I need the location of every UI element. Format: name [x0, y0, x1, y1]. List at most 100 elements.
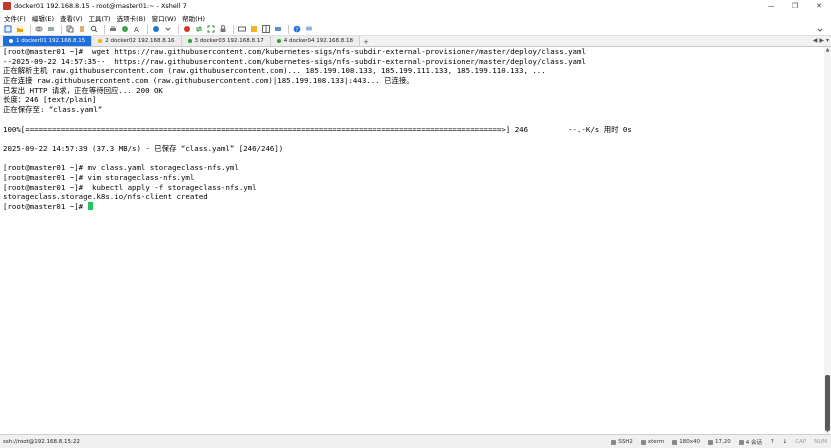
terminal-line: [root@master01 ~]# wget https://raw.gith… [3, 47, 586, 56]
session-tab-bar: 1 docker01 192.168.8.15 2 docker02 192.1… [0, 36, 831, 47]
tab-navigation: ◀ ▶ ▾ [811, 37, 829, 44]
fullscreen-icon[interactable] [206, 25, 215, 34]
tab-docker03[interactable]: 3 docker03 192.168.8.17 [181, 36, 271, 46]
terminal-type-status: xterm [640, 439, 664, 445]
compose-icon[interactable] [273, 25, 282, 34]
tab-list-icon[interactable]: ▾ [826, 37, 829, 44]
scroll-up-icon[interactable]: ▲ [824, 47, 831, 53]
cursor-position-status: 17,20 [707, 439, 731, 445]
add-tab-button[interactable]: + [362, 38, 370, 46]
terminal-cursor [87, 202, 93, 210]
sessions-status[interactable]: 4 会话 [738, 438, 762, 446]
open-folder-icon[interactable] [15, 24, 24, 34]
new-session-icon[interactable] [3, 24, 12, 34]
print-icon[interactable] [108, 25, 117, 34]
maximize-button[interactable]: ❐ [783, 0, 807, 12]
terminal-line: [root@master01 ~]# vim storageclass-nfs.… [3, 172, 195, 182]
tab-label: 4 docker04 192.168.8.18 [283, 38, 353, 44]
toolbar-separator [233, 24, 234, 34]
tab-status-dot-icon [276, 39, 281, 43]
properties-icon[interactable] [46, 25, 55, 34]
terminal-line: 100%[===================================… [3, 124, 632, 134]
terminal-scrollbar[interactable]: ▲ ▼ [824, 47, 831, 434]
terminal-line: [root@master01 ~]# kubectl apply -f stor… [3, 182, 257, 192]
tab-status-dot-icon [9, 39, 13, 43]
svg-text:?: ? [295, 27, 298, 33]
help-icon[interactable]: ? [292, 25, 301, 34]
terminal-line: 长度：246 [text/plain] [3, 95, 97, 105]
close-button[interactable]: ✕ [807, 0, 831, 12]
svg-text:A: A [134, 26, 139, 33]
caps-lock-indicator: CAP [795, 439, 807, 445]
terminal-line: 2025-09-22 14:57:39 (37.3 MB/s) - 已保存 “c… [3, 143, 284, 153]
num-lock-indicator: NUM [814, 439, 827, 445]
font-icon[interactable]: A [132, 25, 141, 34]
tab-status-dot-icon [98, 39, 103, 43]
terminal-line: --2025-09-22 14:57:35-- https://raw.gith… [3, 56, 586, 66]
sessions-icon [738, 439, 744, 445]
toolbar-separator [147, 24, 148, 34]
chevron-down-icon[interactable] [163, 25, 172, 34]
toolbar: A ? [0, 23, 831, 36]
xshell-app-icon [3, 2, 11, 10]
protocol-icon [611, 439, 617, 445]
chat-icon[interactable] [304, 25, 313, 34]
toolbar-separator [30, 24, 31, 34]
copy-icon[interactable] [65, 25, 74, 34]
size-icon [672, 439, 678, 445]
tab-next-icon[interactable]: ▶ [819, 37, 824, 44]
window-controls: — ❐ ✕ [759, 0, 831, 12]
stop-icon[interactable] [182, 25, 191, 34]
menu-tab[interactable]: 选项卡(B) [117, 13, 146, 23]
layout-icon[interactable] [261, 25, 270, 34]
keyboard-icon[interactable] [237, 25, 246, 34]
menu-window[interactable]: 窗口(W) [152, 13, 177, 23]
upload-status: ↑ [770, 439, 775, 445]
terminal-line: 正在保存至: “class.yaml” [3, 105, 103, 115]
scroll-thumb[interactable] [825, 375, 830, 431]
terminal-size-label: 180x40 [679, 439, 700, 445]
toolbar-separator [61, 24, 62, 34]
title-bar: docker01 192.168.8.15 - root@master01:~ … [0, 0, 831, 12]
tab-status-dot-icon [187, 39, 192, 43]
terminal-size-status: 180x40 [672, 439, 700, 445]
menu-view[interactable]: 查看(V) [60, 13, 83, 23]
terminal-line: 正在解析主机 raw.githubusercontent.com (raw.gi… [3, 66, 546, 76]
cursor-icon [707, 439, 713, 445]
tab-label: 1 docker01 192.168.8.15 [16, 38, 86, 44]
terminal-prompt-line[interactable]: [root@master01 ~]# [3, 202, 824, 212]
toolbar-options-icon[interactable] [815, 25, 824, 34]
status-right: SSH2 xterm 180x40 17,20 4 会话 ↑ ↓ CAP NUM [603, 435, 827, 448]
tab-prev-icon[interactable]: ◀ [813, 37, 818, 44]
terminal-line: storageclass.storage.k8s.io/nfs-client c… [3, 192, 208, 202]
menu-help[interactable]: 帮助(H) [182, 13, 205, 23]
paste-icon[interactable] [77, 25, 86, 34]
menu-file[interactable]: 文件(F) [4, 13, 26, 23]
toolbar-right [815, 25, 827, 34]
cursor-position-label: 17,20 [714, 439, 731, 445]
color-scheme-icon[interactable] [120, 25, 129, 34]
search-icon[interactable] [89, 25, 98, 34]
terminal-output[interactable]: [root@master01 ~]# wget https://raw.gith… [0, 47, 824, 434]
terminal-icon [640, 439, 646, 445]
minimize-button[interactable]: — [759, 0, 783, 12]
menu-edit[interactable]: 编辑(E) [32, 13, 54, 23]
transfer-icon[interactable] [194, 25, 203, 34]
sessions-label: 4 会话 [745, 440, 762, 446]
terminal-line: [root@master01 ~]# mv class.yaml storage… [3, 163, 239, 173]
globe-icon[interactable] [151, 25, 160, 34]
link-icon[interactable] [34, 25, 43, 34]
toolbar-separator [288, 24, 289, 34]
tab-docker02[interactable]: 2 docker02 192.168.8.16 [92, 36, 182, 46]
protocol-label: SSH2 [618, 439, 633, 445]
tab-docker01[interactable]: 1 docker01 192.168.8.15 [3, 36, 93, 46]
lock-icon[interactable] [218, 25, 227, 34]
tab-docker04[interactable]: 4 docker04 192.168.8.18 [270, 36, 360, 46]
tab-label: 2 docker02 192.168.8.16 [105, 38, 175, 44]
arrow-up-icon: ↑ [769, 439, 775, 445]
script-icon[interactable] [249, 25, 258, 34]
menu-tools[interactable]: 工具(T) [89, 13, 111, 23]
